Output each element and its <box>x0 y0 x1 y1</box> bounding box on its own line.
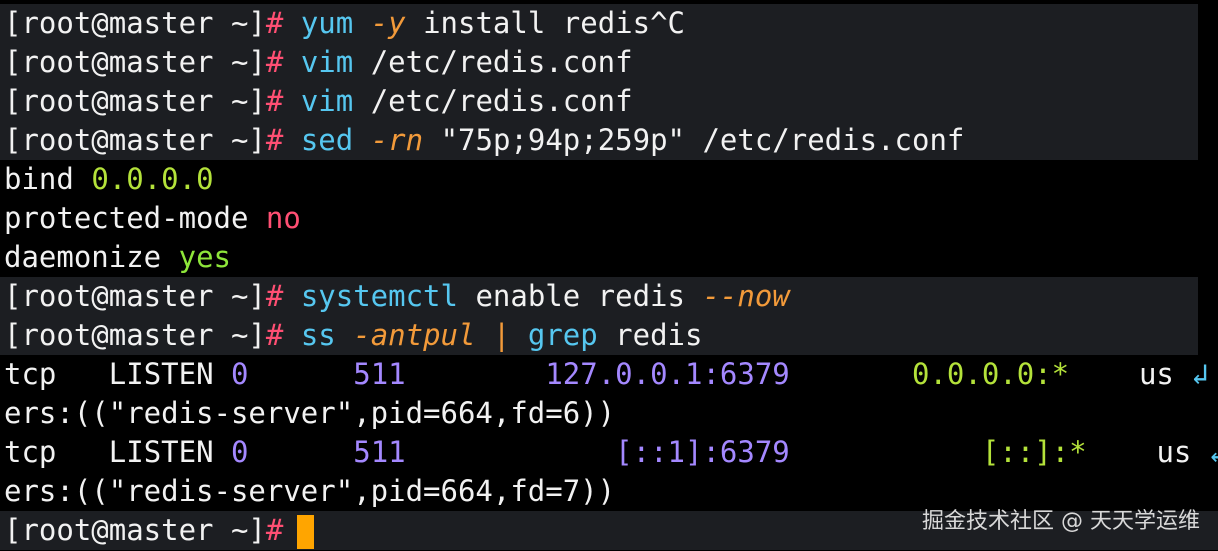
socket-row: tcp LISTEN 0 511 127.0.0.1:6379 0.0.0.0:… <box>0 355 1218 394</box>
socket-peer: [::]:* <box>981 435 1087 469</box>
command-args: install redis^C <box>423 6 685 40</box>
socket-recvq: 0 <box>231 357 249 391</box>
command-flag: -antpul <box>353 318 476 352</box>
command-name: sed <box>300 123 354 157</box>
socket-users-prefix: us <box>1138 357 1174 391</box>
config-value: no <box>265 201 301 235</box>
command-args: /etc/redis.conf <box>370 45 633 79</box>
command-args: /etc/redis.conf <box>370 84 633 118</box>
socket-proto: tcp <box>4 435 57 469</box>
config-key: bind <box>4 162 74 196</box>
prompt-hash: # <box>265 279 284 313</box>
prompt: [root@master ~] <box>4 45 266 79</box>
prompt-hash: # <box>265 84 284 118</box>
command-string: "75p;94p;259p" <box>440 123 685 157</box>
text-cursor[interactable] <box>297 515 315 549</box>
watermark: 掘金技术社区 @ 天天学运维 <box>922 509 1200 534</box>
socket-row-wrap: ers:(("redis-server",pid=664,fd=6)) <box>0 394 1218 433</box>
socket-local: 127.0.0.1:6379 <box>545 357 790 391</box>
socket-row: tcp LISTEN 0 511 [::1]:6379 [::]:* us ↲ <box>0 433 1218 472</box>
terminal-line: [root@master ~]# vim /etc/redis.conf <box>0 82 1198 121</box>
config-value: 0.0.0.0 <box>91 162 214 196</box>
terminal-line: [root@master ~]# ss -antpul | grep redis <box>0 316 1198 355</box>
wrap-arrow-icon: ↲ <box>1191 357 1209 391</box>
config-value: yes <box>178 240 231 274</box>
socket-peer: 0.0.0.0:* <box>911 357 1070 391</box>
terminal-line: [root@master ~]# sed -rn "75p;94p;259p" … <box>0 121 1198 160</box>
prompt-hash: # <box>265 123 284 157</box>
terminal[interactable]: [root@master ~]# yum -y install redis^C … <box>0 0 1218 550</box>
prompt-hash: # <box>265 45 284 79</box>
socket-sendq: 511 <box>353 435 406 469</box>
command-flag: --now <box>702 279 790 313</box>
prompt: [root@master ~] <box>4 318 266 352</box>
socket-state: LISTEN <box>108 435 214 469</box>
prompt-hash: # <box>265 6 284 40</box>
command-args: redis <box>615 318 703 352</box>
socket-users-prefix: us <box>1156 435 1192 469</box>
command-name: ss <box>300 318 336 352</box>
command-name: vim <box>300 45 354 79</box>
command-flag: -rn <box>370 123 424 157</box>
config-key: daemonize <box>4 240 162 274</box>
wrap-arrow-icon: ↲ <box>1208 435 1218 469</box>
socket-users: ers:(("redis-server",pid=664,fd=7)) <box>4 474 616 508</box>
prompt: [root@master ~] <box>4 279 266 313</box>
output-line: daemonize yes <box>0 238 1218 277</box>
socket-sendq: 511 <box>353 357 406 391</box>
output-line: protected-mode no <box>0 199 1218 238</box>
prompt: [root@master ~] <box>4 6 266 40</box>
command-name: grep <box>527 318 598 352</box>
prompt: [root@master ~] <box>4 513 266 547</box>
terminal-line: [root@master ~]# vim /etc/redis.conf <box>0 43 1198 82</box>
command-args: enable redis <box>475 279 685 313</box>
socket-local: [::1]:6379 <box>615 435 790 469</box>
output-line: bind 0.0.0.0 <box>0 160 1218 199</box>
prompt-hash: # <box>265 513 284 547</box>
prompt: [root@master ~] <box>4 84 266 118</box>
socket-recvq: 0 <box>231 435 249 469</box>
command-name: systemctl <box>300 279 458 313</box>
socket-users: ers:(("redis-server",pid=664,fd=6)) <box>4 396 616 430</box>
pipe-symbol: | <box>492 318 511 352</box>
terminal-line: [root@master ~]# yum -y install redis^C <box>0 4 1198 43</box>
socket-state: LISTEN <box>108 357 214 391</box>
prompt: [root@master ~] <box>4 123 266 157</box>
command-name: vim <box>300 84 354 118</box>
socket-proto: tcp <box>4 357 57 391</box>
command-args: /etc/redis.conf <box>702 123 965 157</box>
command-flag: -y <box>370 6 406 40</box>
command-name: yum <box>300 6 354 40</box>
terminal-line: [root@master ~]# systemctl enable redis … <box>0 277 1198 316</box>
config-key: protected-mode <box>4 201 249 235</box>
prompt-hash: # <box>265 318 284 352</box>
